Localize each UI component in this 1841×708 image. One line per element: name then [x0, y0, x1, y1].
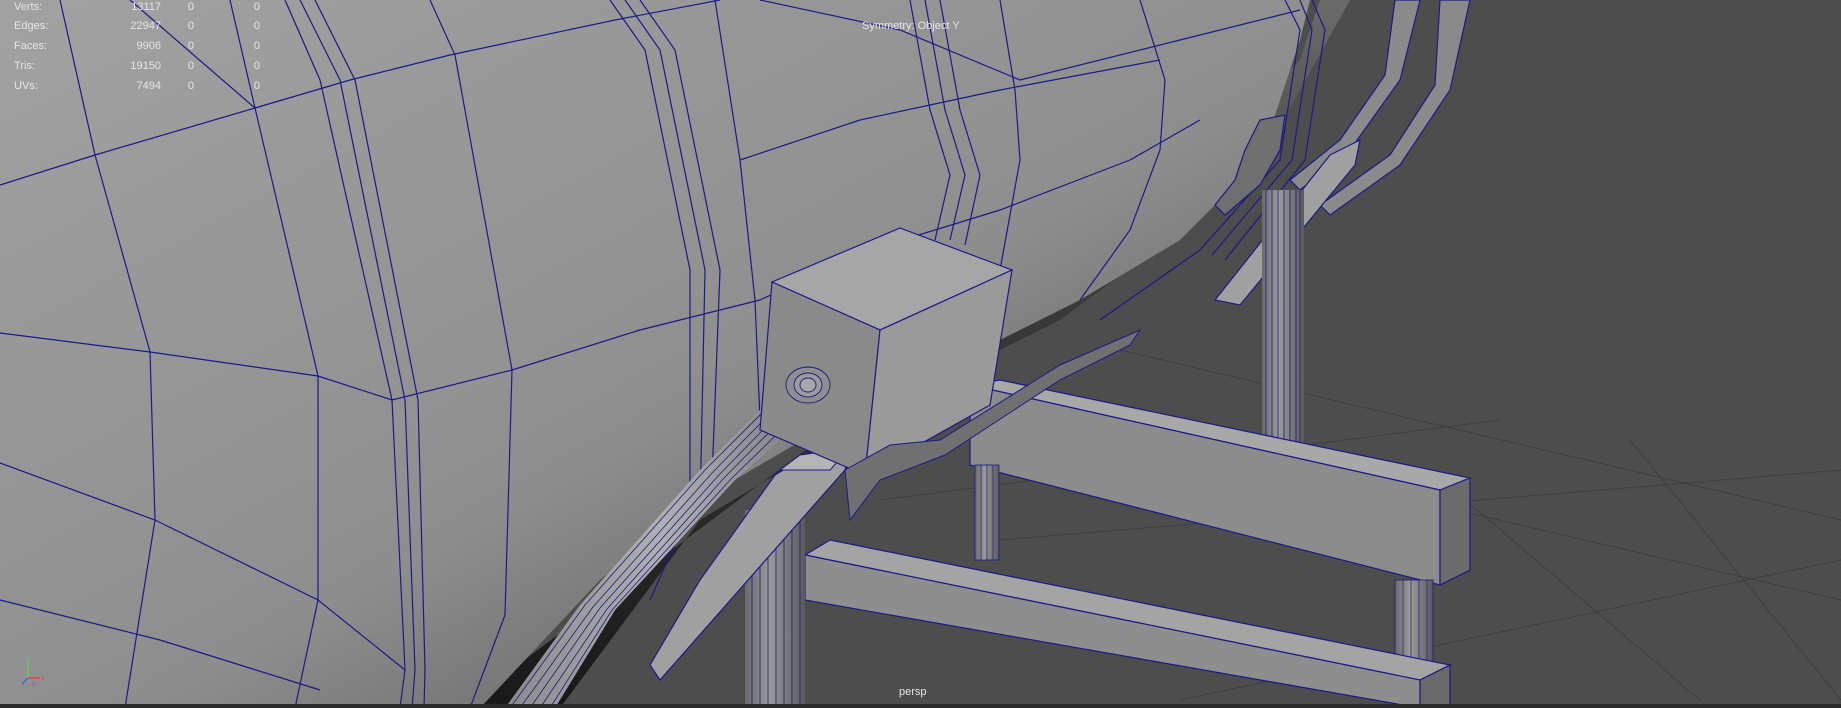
hud-component: 0: [253, 1, 260, 13]
hud-label: Edges:: [14, 20, 49, 32]
hud-label: Verts:: [14, 1, 43, 13]
hud-selected: 0: [187, 80, 194, 92]
axis-gizmo-icon: y x z: [21, 657, 44, 686]
cable-connector: [785, 366, 831, 404]
scene-canvas[interactable]: [0, 0, 1841, 708]
hud-total: 19150: [130, 60, 161, 72]
hud-total: 9906: [136, 40, 161, 52]
hud-row-uvs: UVs: 7494 0 0: [0, 79, 270, 93]
hud-total: 7494: [136, 80, 161, 92]
hud-label: Faces:: [14, 40, 48, 52]
hud-component: 0: [253, 40, 260, 52]
axis-x-label: x: [41, 676, 44, 682]
base-beam: [803, 539, 1452, 708]
hud-selected: 0: [187, 60, 194, 72]
hud-selected: 0: [187, 40, 194, 52]
symmetry-status: Symmetry: Object Y: [862, 20, 960, 32]
hud-selected: 0: [187, 20, 194, 32]
axis-y-label: y: [26, 657, 29, 663]
camera-name: persp: [899, 686, 927, 698]
hud-row-verts: Verts: 13117 0 0: [0, 0, 270, 14]
hud-label: UVs:: [14, 80, 38, 92]
hud-total: 22947: [130, 20, 161, 32]
hud-label: Tris:: [14, 60, 35, 72]
hud-row-edges: Edges: 22947 0 0: [0, 19, 270, 33]
upper-beam: [969, 379, 1473, 586]
hud-row-faces: Faces: 9906 0 0: [0, 39, 270, 53]
hud-row-tris: Tris: 19150 0 0: [0, 59, 270, 73]
hud-component: 0: [253, 20, 260, 32]
viewport-bottom-border: [0, 704, 1841, 708]
viewport-persp[interactable]: Verts: 13117 0 0 Edges: 22947 0 0 Faces:…: [0, 0, 1841, 708]
hud-component: 0: [253, 60, 260, 72]
rear-post: [1261, 190, 1305, 465]
hud-total: 13117: [131, 1, 161, 13]
hud-component: 0: [253, 80, 260, 92]
axis-z-label: z: [32, 682, 35, 686]
hud-selected: 0: [187, 1, 194, 13]
